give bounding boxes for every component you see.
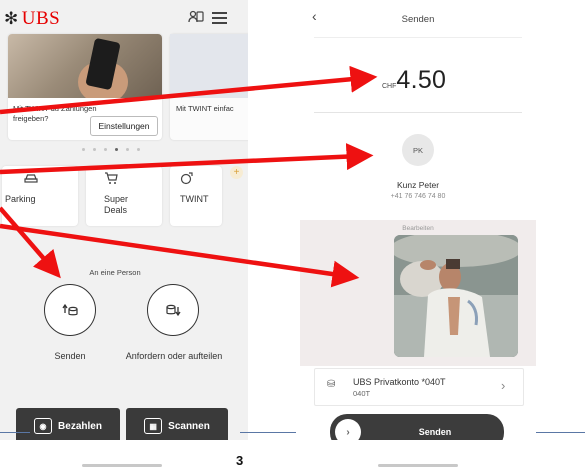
carousel-dot-active[interactable] xyxy=(115,148,118,151)
account-icon: ⛁ xyxy=(327,379,336,390)
tile-super-deals[interactable]: Super Deals xyxy=(86,166,162,226)
send-label: Senden xyxy=(54,351,86,361)
tile-parking-label: Parking xyxy=(5,194,36,204)
request-label: Anfordern oder aufteilen xyxy=(125,351,223,361)
send-circle-button[interactable] xyxy=(44,284,96,336)
right-phone-screen: ‹ Senden CHF 4.50 PK Kunz Peter +41 76 7… xyxy=(300,0,536,440)
carousel-dot[interactable] xyxy=(104,148,107,151)
menu-icon[interactable] xyxy=(212,9,227,27)
amount-divider xyxy=(314,112,522,113)
pay-button[interactable]: ◉ Bezahlen xyxy=(16,408,120,440)
tile-super-deals-label: Super Deals xyxy=(104,194,129,215)
ubs-keys-icon: ✻ xyxy=(4,9,19,28)
cart-icon xyxy=(104,171,118,188)
avatar[interactable]: PK xyxy=(402,134,434,166)
currency-label: CHF xyxy=(382,83,397,90)
qr-scan-icon: ▦ xyxy=(144,418,163,434)
slide-line-left xyxy=(0,432,30,433)
left-phone-bottom-edge xyxy=(82,464,162,467)
account-number: 040T xyxy=(353,389,371,398)
send-money-icon xyxy=(62,303,78,316)
twint-icon xyxy=(180,171,194,188)
car-icon xyxy=(24,172,38,187)
ubs-logo-text: UBS xyxy=(21,8,61,29)
slide-line-right xyxy=(536,432,585,433)
account-name: UBS Privatkonto *040T xyxy=(353,377,446,387)
carousel-dot[interactable] xyxy=(126,148,129,151)
scan-label: Scannen xyxy=(168,420,210,432)
account-selector[interactable]: ⛁ UBS Privatkonto *040T 040T › xyxy=(314,368,524,406)
screen-title: Senden xyxy=(401,14,435,25)
header-divider xyxy=(314,37,522,38)
promo-photo-next xyxy=(170,34,248,98)
avatar-initials: PK xyxy=(412,145,423,155)
recipient-name: Kunz Peter xyxy=(396,180,440,190)
pay-label: Bezahlen xyxy=(58,420,102,432)
tile-parking[interactable]: Parking xyxy=(2,166,78,226)
chevron-right-icon: › xyxy=(501,378,506,393)
promo-text: Mit TWINT du Zahlungen freigeben? xyxy=(13,104,97,123)
settings-people-icon[interactable] xyxy=(188,9,204,25)
carousel-dot[interactable] xyxy=(137,148,140,151)
carousel-dot[interactable] xyxy=(82,148,85,151)
add-tile-icon[interactable]: + xyxy=(230,166,243,179)
section-title: An eine Person xyxy=(89,268,141,277)
send-slider-button[interactable]: › Senden xyxy=(330,414,504,440)
promo-photo xyxy=(8,34,162,98)
tile-twint-label: TWINT xyxy=(180,194,209,204)
attached-photo[interactable] xyxy=(394,235,518,357)
recipient-phone: +41 76 746 74 80 xyxy=(390,193,446,200)
scan-button[interactable]: ▦ Scannen xyxy=(126,408,228,440)
carousel-dot[interactable] xyxy=(93,148,96,151)
left-phone-screen: ✻ UBS Mit TWINT du Zahlungen freigeben? … xyxy=(0,0,248,440)
ubs-logo: ✻ UBS xyxy=(4,8,60,30)
slide-page-number: 3 xyxy=(236,453,244,468)
right-phone-bottom-edge xyxy=(378,464,458,467)
send-button-label: Senden xyxy=(418,427,452,437)
slide-line-middle xyxy=(240,432,296,433)
carousel-indicator xyxy=(82,148,140,151)
settings-button[interactable]: Einstellungen xyxy=(90,116,158,136)
slider-handle-icon[interactable]: › xyxy=(335,419,361,440)
edit-media-link[interactable]: Bearbeiten xyxy=(300,225,536,232)
promo-text-next: Mit TWINT einfac xyxy=(176,104,234,113)
amount-display[interactable]: CHF 4.50 xyxy=(382,66,446,95)
request-circle-button[interactable] xyxy=(147,284,199,336)
pay-icon: ◉ xyxy=(34,418,53,434)
amount-value: 4.50 xyxy=(396,66,447,94)
request-money-icon xyxy=(166,304,181,317)
tile-twint[interactable]: TWINT xyxy=(170,166,222,226)
